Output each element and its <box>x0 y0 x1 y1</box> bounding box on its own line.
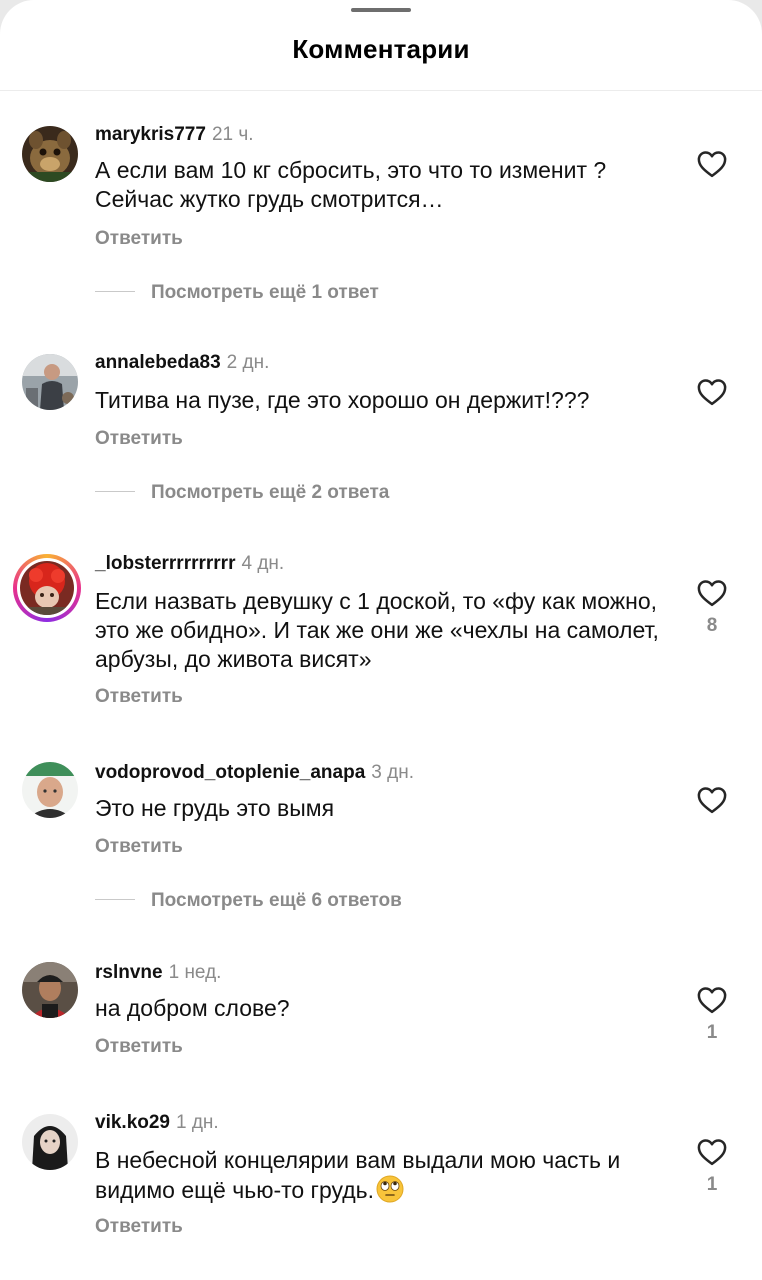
comment-meta: rslnvne 1 нед. <box>95 962 221 984</box>
replies-divider-line <box>95 491 135 493</box>
view-replies-label: Посмотреть ещё 1 ответ <box>151 282 379 303</box>
sheet-grabber[interactable] <box>351 8 411 12</box>
heart-outline-icon <box>697 987 727 1014</box>
comment-time: 3 дн. <box>371 762 414 783</box>
like-button[interactable]: 1 <box>696 986 728 1044</box>
page-title: Комментарии <box>292 34 470 64</box>
like-button[interactable] <box>696 378 728 406</box>
comment-username[interactable]: marykris777 <box>95 124 206 145</box>
comment-username[interactable]: vodoprovod_otoplenie_anapa <box>95 762 365 783</box>
comment-time: 21 ч. <box>211 124 254 145</box>
like-count: 8 <box>706 615 718 636</box>
view-replies-link[interactable]: Посмотреть ещё 1 ответ <box>95 282 379 304</box>
comment-meta: vodoprovod_otoplenie_anapa 3 дн. <box>95 762 414 784</box>
avatar[interactable] <box>22 126 78 182</box>
comment-meta: marykris777 21 ч. <box>95 124 254 146</box>
view-replies-link[interactable]: Посмотреть ещё 2 ответа <box>95 482 389 504</box>
comments-sheet: Комментарии marykris777 21 ч. А если вам … <box>0 0 762 1280</box>
heart-outline-icon <box>697 580 727 607</box>
avatar[interactable] <box>22 762 78 818</box>
comment-text: Титива на пузе, где это хорошо он держит… <box>95 387 590 413</box>
reply-button[interactable]: Ответить <box>95 1216 183 1238</box>
comment-username[interactable]: vik.ko29 <box>95 1112 170 1133</box>
comment-text: Это не грудь это вымя <box>95 795 335 821</box>
comment-meta: _lobsterrrrrrrrrr 4 дн. <box>95 553 284 575</box>
avatar-story-ring[interactable] <box>13 554 81 622</box>
view-replies-label: Посмотреть ещё 6 ответов <box>151 890 402 911</box>
heart-outline-icon <box>697 787 727 814</box>
comment-meta: annalebeda83 2 дн. <box>95 352 269 374</box>
reply-button[interactable]: Ответить <box>95 1036 183 1058</box>
comment-time: 4 дн. <box>241 553 285 574</box>
comment-text: А если вам 10 кг сбросить, это что то из… <box>95 157 607 212</box>
face-with-rolling-eyes-emoji <box>376 1175 404 1203</box>
comment-meta: vik.ko29 1 дн. <box>95 1112 219 1134</box>
like-button[interactable] <box>696 150 728 178</box>
heart-outline-icon <box>697 1139 727 1166</box>
comment-time: 2 дн. <box>226 352 270 373</box>
comment-time: 1 нед. <box>168 962 222 983</box>
like-button[interactable]: 1 <box>696 1138 728 1196</box>
comment-time: 1 дн. <box>176 1112 219 1133</box>
reply-button[interactable]: Ответить <box>95 686 183 708</box>
comment-text: на добром слове? <box>95 995 290 1021</box>
avatar[interactable] <box>22 962 78 1018</box>
comment-text: В небесной концелярии вам выдали мою час… <box>95 1146 675 1205</box>
heart-outline-icon <box>697 151 727 178</box>
view-replies-link[interactable]: Посмотреть ещё 6 ответов <box>95 890 402 912</box>
reply-button[interactable]: Ответить <box>95 428 183 450</box>
avatar[interactable] <box>22 354 78 410</box>
reply-button[interactable]: Ответить <box>95 228 183 250</box>
avatar[interactable] <box>22 1114 78 1170</box>
reply-button[interactable]: Ответить <box>95 836 183 858</box>
replies-divider-line <box>95 899 135 901</box>
like-count: 1 <box>706 1174 718 1195</box>
like-count: 1 <box>706 1022 718 1043</box>
like-button[interactable] <box>696 786 728 814</box>
heart-outline-icon <box>697 379 727 406</box>
comment-username[interactable]: rslnvne <box>95 962 163 983</box>
header-divider <box>0 90 762 91</box>
comment-text: Если назвать девушку с 1 доской, то «фу … <box>95 588 659 672</box>
comment-username[interactable]: annalebeda83 <box>95 352 221 373</box>
replies-divider-line <box>95 291 135 293</box>
like-button[interactable]: 8 <box>696 579 728 637</box>
comment-text-content: В небесной концелярии вам выдали мою час… <box>95 1147 621 1203</box>
comment-username[interactable]: _lobsterrrrrrrrrr <box>95 553 235 574</box>
view-replies-label: Посмотреть ещё 2 ответа <box>151 482 390 503</box>
